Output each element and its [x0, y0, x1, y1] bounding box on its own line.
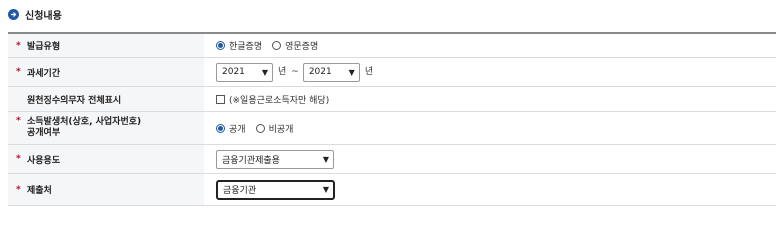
required-mark: * — [16, 184, 21, 195]
radio-button-checked[interactable] — [216, 41, 225, 50]
radio-public[interactable]: 공개 — [216, 122, 246, 135]
issue-type-value: 한글증명 영문증명 — [204, 34, 776, 57]
radio-button-checked[interactable] — [216, 123, 225, 133]
income-source-label: 소득발생처(상호, 사업자번호) 공개여부 — [27, 117, 141, 139]
radio-korean-label: 한글증명 — [229, 42, 263, 52]
section-title: 신청내용 — [25, 11, 62, 22]
usage-value: 금융기관제출용 ▼ — [204, 145, 776, 173]
chevron-down-icon: ▼ — [348, 67, 355, 77]
income-source-label-cell: * 소득발생처(상호, 사업자번호) 공개여부 — [8, 112, 204, 144]
usage-label: 사용용도 — [27, 155, 61, 166]
required-mark: * — [16, 40, 21, 51]
period-separator: ~ — [291, 67, 299, 77]
withholding-label-cell: 원천징수의무자 전체표시 — [8, 87, 204, 111]
usage-label-cell: * 사용용도 — [8, 145, 204, 173]
radio-private-label: 비공개 — [268, 124, 294, 135]
required-mark: * — [16, 67, 21, 77]
start-year-suffix: 년 — [278, 66, 287, 77]
issue-type-label-cell: * 발급유형 — [8, 34, 204, 57]
start-year-select[interactable]: 2021 ▼ — [216, 62, 273, 82]
income-source-label-line1: 소득발생처(상호, 사업자번호) — [27, 117, 142, 127]
section-header: 신청내용 — [8, 7, 62, 22]
income-source-label-line2: 공개여부 — [27, 128, 61, 138]
start-year-value: 2021 — [222, 67, 245, 77]
end-year-value: 2021 — [308, 67, 332, 77]
required-mark: * — [16, 154, 21, 164]
radio-button[interactable] — [272, 41, 282, 50]
submit-to-value: 금융기관 ▼ — [204, 174, 776, 205]
chevron-down-icon: ▼ — [261, 67, 268, 77]
end-year-suffix: 년 — [364, 66, 374, 77]
row-submit-to: * 제출처 금융기관 ▼ — [8, 174, 776, 206]
chevron-down-icon: ▼ — [322, 154, 329, 164]
usage-select-value: 금융기관제출용 — [222, 155, 280, 166]
row-issue-type: * 발급유형 한글증명 영문증명 — [8, 34, 776, 58]
required-mark: * — [16, 116, 21, 126]
submit-to-select[interactable]: 금융기관 ▼ — [216, 179, 335, 200]
row-tax-period: * 과세기간 2021 ▼ 년 ~ 2021 ▼ 년 — [8, 58, 776, 87]
issue-type-label: 발급유형 — [27, 42, 61, 52]
end-year-select[interactable]: 2021 ▼ — [302, 62, 360, 82]
row-income-source: * 소득발생처(상호, 사업자번호) 공개여부 공개 비공개 — [8, 112, 776, 145]
withholding-value: (※일용근로소득자만 해당) — [204, 87, 776, 111]
withholding-checkbox-label: (※일용근로소득자만 해당) — [229, 95, 330, 106]
submit-to-label: 제출처 — [27, 186, 52, 196]
tax-period-label: 과세기간 — [27, 68, 61, 79]
radio-public-label: 공개 — [229, 124, 246, 135]
row-withholding: 원천징수의무자 전체표시 (※일용근로소득자만 해당) — [8, 87, 776, 112]
submit-to-select-value: 금융기관 — [223, 186, 257, 196]
chevron-down-icon: ▼ — [322, 185, 329, 194]
radio-korean[interactable]: 한글증명 — [216, 39, 262, 52]
tax-period-label-cell: * 과세기간 — [8, 58, 204, 86]
tax-period-value: 2021 ▼ 년 ~ 2021 ▼ 년 — [204, 58, 776, 86]
income-source-value: 공개 비공개 — [204, 112, 776, 144]
withholding-checkbox[interactable] — [216, 94, 225, 104]
application-form: * 발급유형 한글증명 영문증명 * 과세기간 2021 ▼ 년 ~ 2021 … — [8, 32, 776, 206]
usage-select[interactable]: 금융기관제출용 ▼ — [216, 149, 334, 169]
withholding-label: 원천징수의무자 전체표시 — [27, 95, 122, 106]
radio-english[interactable]: 영문증명 — [272, 39, 318, 52]
radio-private[interactable]: 비공개 — [255, 122, 294, 135]
row-usage: * 사용용도 금융기관제출용 ▼ — [8, 145, 776, 174]
radio-english-label: 영문증명 — [285, 42, 319, 52]
arrow-right-circle-icon — [8, 9, 19, 20]
radio-button[interactable] — [255, 123, 265, 133]
submit-to-label-cell: * 제출처 — [8, 174, 204, 205]
